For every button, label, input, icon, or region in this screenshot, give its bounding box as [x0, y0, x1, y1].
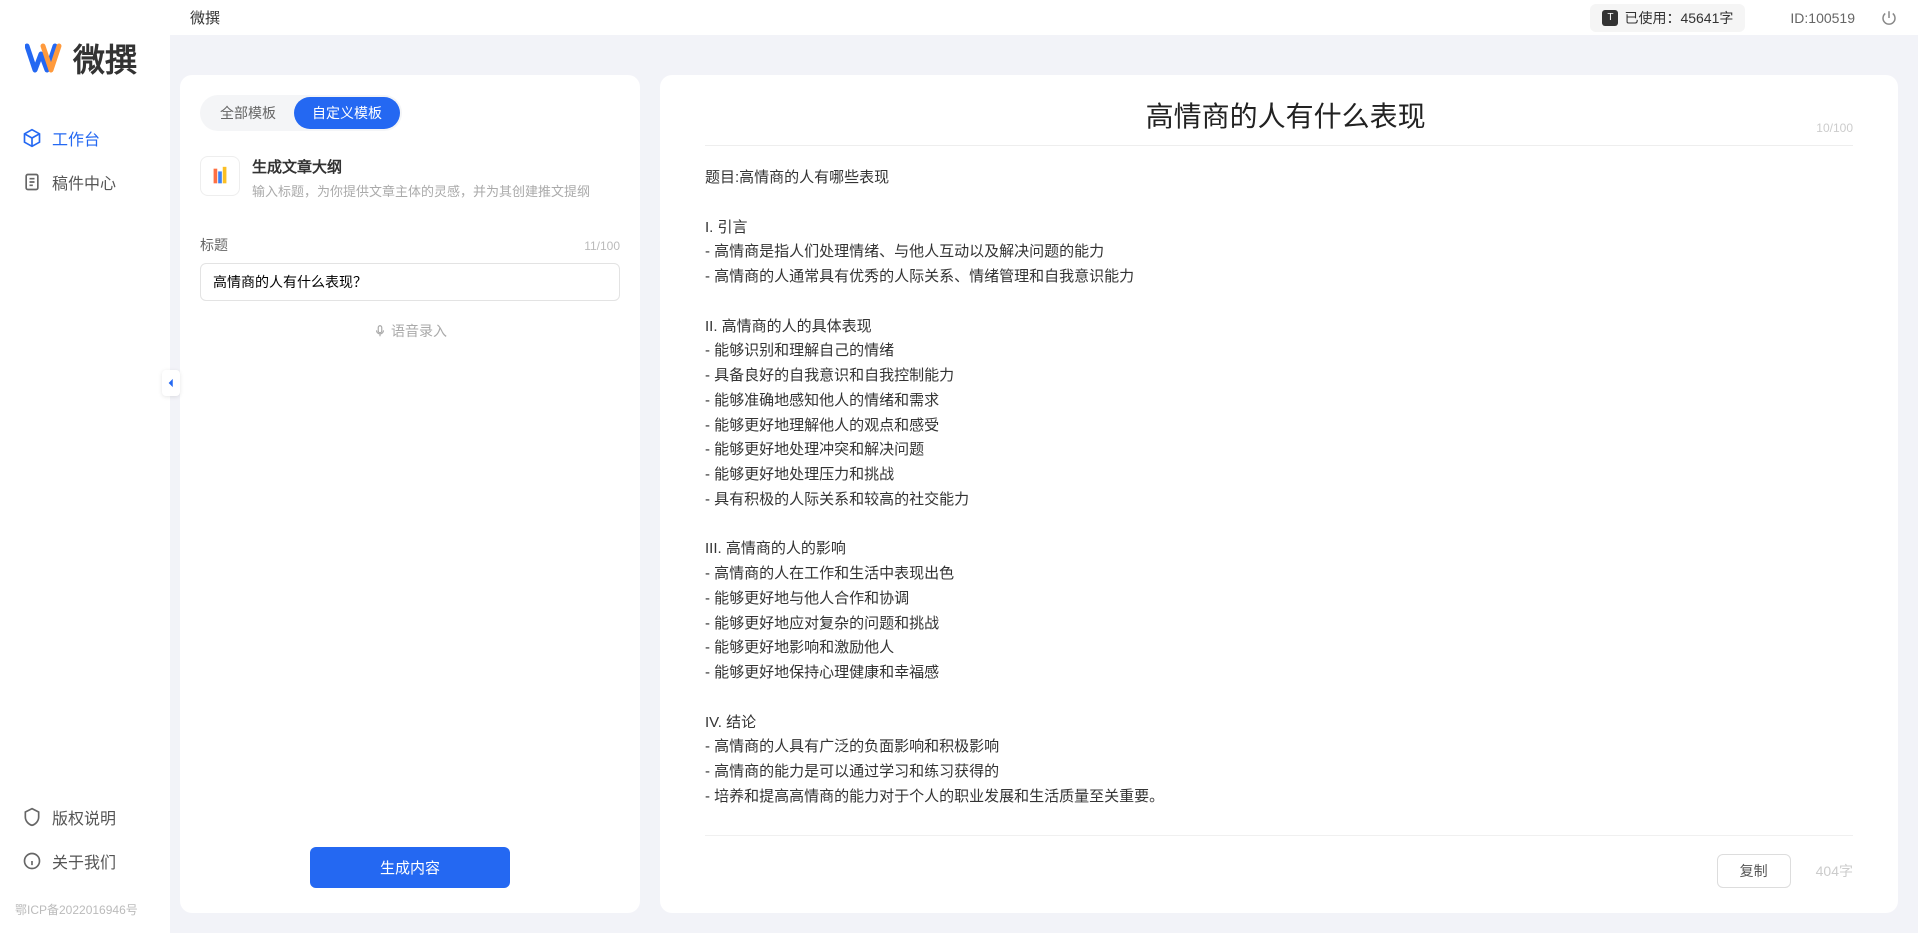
info-icon: [22, 851, 42, 871]
doc-icon: [22, 172, 42, 192]
config-panel: 全部模板 自定义模板 生成文章大纲 输入标题，为你提供文章主体的灵感，并为其创建…: [180, 75, 640, 913]
nav-copyright[interactable]: 版权说明: [10, 795, 160, 839]
result-panel: 高情商的人有什么表现 10/100 题目:高情商的人有哪些表现 I. 引言 - …: [660, 75, 1898, 913]
template-card: 生成文章大纲 输入标题，为你提供文章主体的灵感，并为其创建推文提纲: [200, 156, 620, 200]
voice-input-label: 语音录入: [391, 321, 447, 341]
nav-drafts[interactable]: 稿件中心: [10, 160, 160, 204]
title-input[interactable]: [200, 263, 620, 301]
sidebar-bottom: 版权说明 关于我们: [0, 785, 170, 893]
shield-icon: [22, 807, 42, 827]
usage-badge[interactable]: T 已使用：45641字: [1590, 4, 1745, 32]
topbar: 微撰 T 已使用：45641字 ID:100519: [170, 0, 1918, 35]
result-title-counter: 10/100: [1816, 121, 1853, 135]
chevron-left-icon: [164, 376, 178, 390]
usage-text: 已使用：45641字: [1624, 8, 1733, 28]
tab-custom-templates[interactable]: 自定义模板: [294, 97, 400, 129]
app-logo[interactable]: 微撰: [0, 0, 170, 116]
title-field-counter: 11/100: [584, 239, 620, 253]
voice-input-button[interactable]: 语音录入: [200, 321, 620, 341]
generate-button[interactable]: 生成内容: [310, 847, 510, 888]
mic-icon: [373, 324, 387, 338]
copy-button[interactable]: 复制: [1717, 854, 1791, 888]
logo-text: 微撰: [73, 35, 137, 81]
user-id: ID:100519: [1790, 10, 1855, 26]
char-count: 404字: [1816, 861, 1853, 881]
power-icon[interactable]: [1880, 9, 1898, 27]
nav-workspace[interactable]: 工作台: [10, 116, 160, 160]
result-body[interactable]: 题目:高情商的人有哪些表现 I. 引言 - 高情商是指人们处理情绪、与他人互动以…: [705, 166, 1853, 835]
page-title: 微撰: [190, 7, 220, 28]
main: 微撰 T 已使用：45641字 ID:100519 全部模板 自定义模板: [170, 0, 1918, 933]
text-icon: T: [1602, 10, 1618, 26]
sidebar: 微撰 工作台 稿件中心: [0, 0, 170, 933]
nav-label: 工作台: [52, 126, 100, 150]
nav-label: 版权说明: [52, 805, 116, 829]
logo-icon: [25, 38, 65, 78]
icp-footer[interactable]: 鄂ICP备2022016946号: [0, 893, 170, 933]
result-title: 高情商的人有什么表现: [705, 95, 1866, 135]
result-footer: 复制 404字: [705, 835, 1853, 888]
content: 全部模板 自定义模板 生成文章大纲 输入标题，为你提供文章主体的灵感，并为其创建…: [170, 35, 1918, 933]
tab-all-templates[interactable]: 全部模板: [202, 97, 294, 129]
sidebar-nav: 工作台 稿件中心: [0, 116, 170, 785]
nav-label: 稿件中心: [52, 170, 116, 194]
title-field-label: 标题: [200, 235, 228, 255]
result-header: 高情商的人有什么表现 10/100: [705, 95, 1853, 146]
title-field-group: 标题 11/100: [200, 235, 620, 301]
template-icon: [200, 156, 240, 196]
template-title: 生成文章大纲: [252, 156, 620, 177]
template-tabs: 全部模板 自定义模板: [200, 95, 402, 131]
sidebar-collapse-toggle[interactable]: [162, 370, 180, 396]
cube-icon: [22, 128, 42, 148]
nav-about[interactable]: 关于我们: [10, 839, 160, 883]
template-description: 输入标题，为你提供文章主体的灵感，并为其创建推文提纲: [252, 181, 620, 200]
nav-label: 关于我们: [52, 849, 116, 873]
